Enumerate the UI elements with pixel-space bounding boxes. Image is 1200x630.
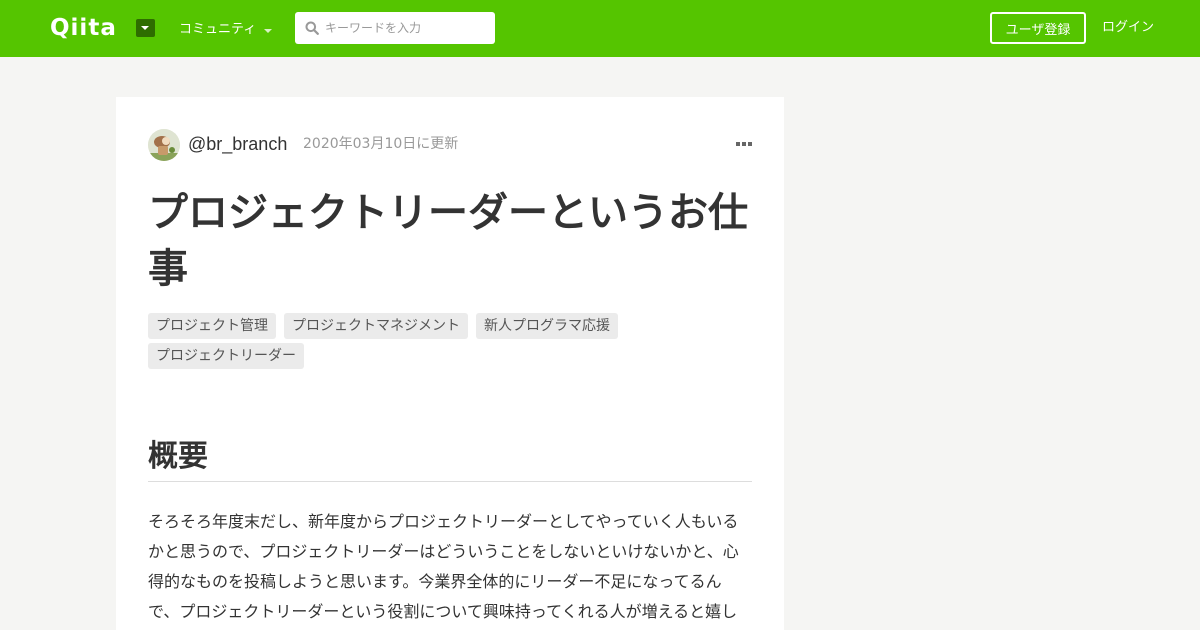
chevron-down-icon[interactable] bbox=[136, 19, 155, 37]
avatar[interactable] bbox=[148, 129, 180, 161]
top-navbar: Qiita コミュニティ ユーザ登録 ログイン bbox=[0, 0, 1200, 57]
article-title: プロジェクトリーダーというお仕事 bbox=[148, 190, 748, 292]
community-menu[interactable]: コミュニティ bbox=[179, 21, 273, 39]
tag[interactable]: プロジェクトマネジメント bbox=[284, 313, 468, 339]
article-card: @br_branch 2020年03月10日に更新 プロジェクトリーダーというお… bbox=[116, 97, 784, 630]
tag[interactable]: プロジェクト管理 bbox=[148, 313, 276, 339]
search-box[interactable] bbox=[295, 12, 495, 44]
caret-down-icon bbox=[264, 29, 273, 33]
search-input[interactable] bbox=[325, 12, 490, 44]
search-icon bbox=[305, 21, 319, 35]
author-name[interactable]: @br_branch bbox=[188, 133, 287, 155]
updated-date: 2020年03月10日に更新 bbox=[303, 136, 459, 152]
tag[interactable]: 新人プログラマ応援 bbox=[476, 313, 618, 339]
tag[interactable]: プロジェクトリーダー bbox=[148, 343, 304, 369]
community-label: コミュニティ bbox=[179, 22, 257, 37]
qiita-logo[interactable]: Qiita bbox=[50, 15, 117, 41]
tag-list: プロジェクト管理 プロジェクトマネジメント 新人プログラマ応援 プロジェクトリー… bbox=[148, 313, 668, 369]
avatar-image bbox=[148, 129, 180, 161]
article-body: そろそろ年度末だし、新年度からプロジェクトリーダーとしてやっていく人もいるかと思… bbox=[148, 512, 739, 621]
signup-button[interactable]: ユーザ登録 bbox=[990, 12, 1086, 44]
more-horizontal-icon[interactable] bbox=[736, 142, 752, 148]
login-link[interactable]: ログイン bbox=[1102, 19, 1154, 37]
section-heading: 概要 bbox=[148, 437, 752, 482]
